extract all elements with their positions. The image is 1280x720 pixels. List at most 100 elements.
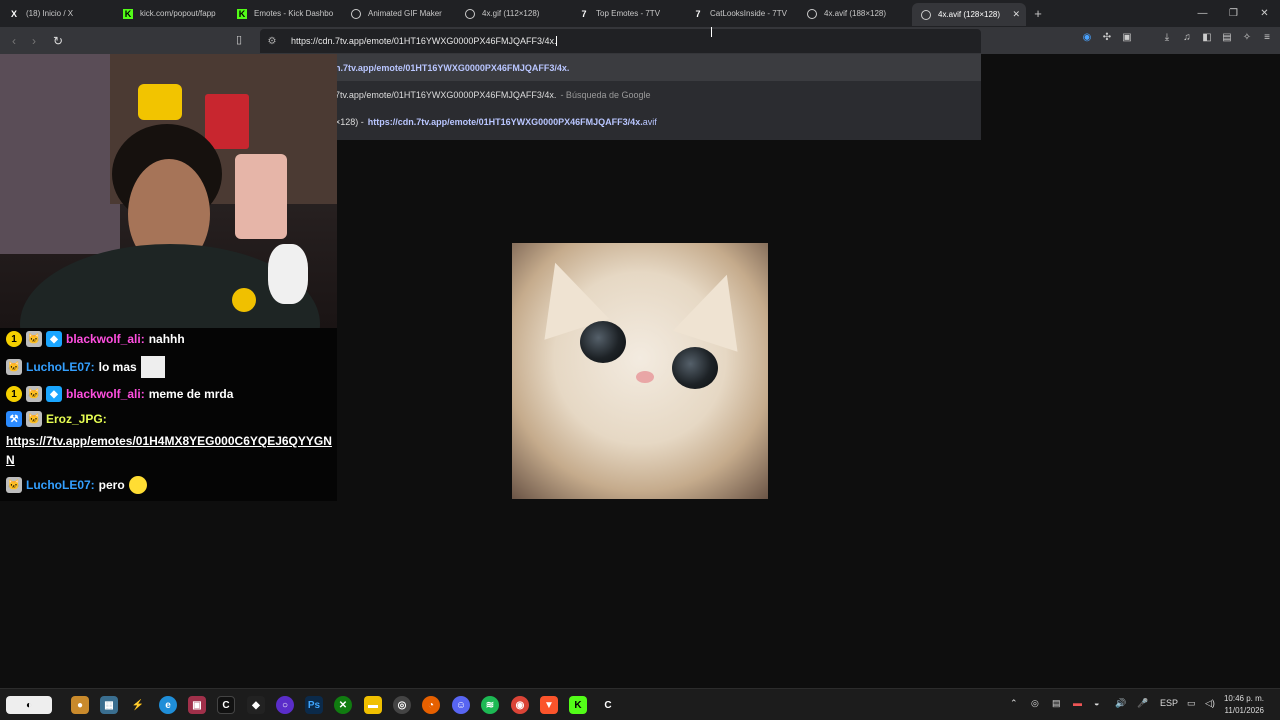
cat-eye-left [580, 321, 626, 363]
crown-decoration [138, 84, 182, 120]
cat-badge-icon: 🐱 [6, 477, 22, 493]
app-icon[interactable]: ▣ [188, 696, 206, 714]
xbox-icon[interactable]: ✕ [334, 696, 352, 714]
tab-gif-maker[interactable]: Animated GIF Maker [342, 0, 456, 27]
app-icon[interactable]: ◎ [393, 696, 411, 714]
cat-eye-right [672, 347, 718, 389]
ezgif-icon [351, 8, 361, 19]
menu-icon[interactable]: ≡ [1260, 32, 1274, 43]
tab-kick-emotes[interactable]: K Emotes - Kick Dashbo [228, 0, 342, 27]
media-audio-icon[interactable]: ◉ [1080, 32, 1094, 43]
tray-icon[interactable]: ▤ [1052, 698, 1061, 709]
obs-icon[interactable]: ○ [276, 696, 294, 714]
discord-icon[interactable]: ☺ [452, 696, 470, 714]
new-tab-button[interactable]: + [1026, 6, 1050, 21]
cat-badge-icon: 🐱 [26, 411, 42, 427]
kick-icon[interactable]: K [569, 696, 587, 714]
ai-assistant-icon[interactable]: ✧ [1240, 32, 1254, 43]
tray-icon[interactable]: ◎ [1031, 698, 1039, 709]
firefox-icon[interactable]: ◔ [422, 696, 440, 714]
edge-icon[interactable]: e [159, 696, 177, 714]
steam-icon[interactable]: ◒ [1094, 698, 1099, 708]
address-bar[interactable]: ⚙ https://cdn.7tv.app/emote/01HT16YWXG00… [260, 29, 981, 53]
text-cursor [711, 27, 715, 37]
poster [205, 94, 249, 149]
webcam-background [0, 54, 120, 254]
chat-message: 1 🐱 ◆ blackwolf_ali: nahhh [6, 331, 185, 347]
folder-icon[interactable]: ▬ [364, 696, 382, 714]
tray-icon[interactable]: ▬ [1073, 698, 1082, 708]
address-input[interactable]: https://cdn.7tv.app/emote/01HT16YWXG0000… [291, 36, 558, 47]
chat-emote-image [128, 476, 147, 494]
app-icon[interactable]: ▦ [100, 696, 118, 714]
screenshot-icon[interactable]: ▣ [1120, 32, 1134, 43]
spotify-icon[interactable]: ≋ [481, 696, 499, 714]
language-indicator[interactable]: ESP [1160, 698, 1178, 708]
speaker-icon[interactable]: ◁) [1205, 698, 1215, 709]
webcam-overlay [0, 54, 337, 328]
chat-link[interactable]: https://7tv.app/emotes/01H4MX8YEG000C6YQ… [6, 432, 338, 470]
forward-icon[interactable]: › [24, 34, 44, 48]
reload-icon[interactable]: ↻ [48, 34, 68, 48]
plush-toy-yellow [232, 288, 256, 312]
app-icon[interactable]: C [599, 696, 617, 714]
globe-icon [465, 8, 475, 19]
bookmark-icon[interactable]: ▯ [236, 33, 242, 46]
photoshop-icon[interactable]: Ps [305, 696, 323, 714]
plush-toy [268, 244, 308, 304]
site-info-icon[interactable]: ⚙ [260, 36, 284, 47]
wallet-icon[interactable]: ▤ [1220, 32, 1234, 43]
close-tab-icon[interactable]: ✕ [1012, 9, 1020, 20]
cat-badge-icon: 🐱 [6, 359, 22, 375]
x-logo-icon: X [10, 8, 17, 19]
window-controls: — ❐ ✕ [1187, 0, 1280, 27]
capcut-icon[interactable]: C [217, 696, 235, 714]
brave-icon[interactable]: ▼ [540, 696, 558, 714]
omnibox-dropdown: n.7tv.app/emote/01HT16YWXG0000PX46FMJQAF… [260, 54, 981, 140]
7tv-logo-icon: 7 [695, 8, 701, 19]
app-icon[interactable]: ● [71, 696, 89, 714]
tray-overflow-icon[interactable]: ⌃ [1010, 698, 1018, 709]
cat-ear-right [672, 264, 760, 352]
tab-x[interactable]: X (18) Inicio / X [0, 0, 114, 27]
restore-icon[interactable]: ❐ [1218, 0, 1249, 27]
close-window-icon[interactable]: ✕ [1249, 0, 1280, 27]
suggestion-item[interactable]: 7tv.app/emote/01HT16YWXG0000PX46FMJQAFF3… [260, 81, 981, 108]
cube-badge-icon: ◆ [46, 331, 62, 347]
taskbar: ◐ ● ▦ ⚡ e ▣ C ◆ ○ Ps ✕ ▬ ◎ ◔ ☺ ≋ ◉ ▼ K C… [0, 688, 1280, 720]
globe-icon [807, 8, 817, 19]
tab-4x-avif-128[interactable]: 4x.avif (128×128) ✕ [912, 3, 1026, 26]
microphone-icon[interactable]: 🎤 [1137, 698, 1148, 709]
music-icon[interactable]: ♫ [1180, 32, 1194, 43]
lightning-icon[interactable]: ⚡ [129, 696, 147, 714]
tab-4x-gif[interactable]: 4x.gif (112×128) [456, 0, 570, 27]
globe-icon [921, 9, 931, 20]
volume-icon[interactable]: 🔊 [1115, 698, 1126, 709]
poster-face [235, 154, 287, 239]
tab-kick-popout[interactable]: Kkick.com/popout/fapp [114, 0, 228, 27]
chrome-icon[interactable]: ◉ [511, 696, 529, 714]
cat-nose [636, 371, 654, 383]
text-caret [556, 36, 558, 47]
chat-emote-image [140, 356, 165, 378]
viewed-image[interactable] [512, 243, 768, 499]
extensions-icon[interactable]: ✣ [1100, 32, 1114, 43]
tab-catlooksinside[interactable]: 7 CatLooksInside - 7TV [684, 0, 798, 27]
clock[interactable]: 10:46 p. m. 11/01/2026 [1224, 693, 1264, 717]
app-icon[interactable]: ◆ [247, 696, 265, 714]
subscriber-badge-icon: 1 [6, 331, 22, 347]
sidebar-icon[interactable]: ◧ [1200, 32, 1214, 43]
toolbar-actions: ◉ ✣ ▣ ⤓ ♫ ◧ ▤ ✧ ≡ [1080, 32, 1274, 43]
network-icon[interactable]: ▭ [1187, 698, 1196, 709]
tab-4x-avif-188[interactable]: 4x.avif (188×128) [798, 0, 912, 27]
7tv-logo-icon: 7 [581, 8, 587, 19]
tab-top-emotes[interactable]: 7 Top Emotes - 7TV [570, 0, 684, 27]
suggestion-item[interactable]: n.7tv.app/emote/01HT16YWXG0000PX46FMJQAF… [260, 54, 981, 81]
cat-badge-icon: 🐱 [26, 331, 42, 347]
suggestion-item[interactable]: ×128) - https://cdn.7tv.app/emote/01HT16Y… [260, 108, 981, 135]
cat-badge-icon: 🐱 [26, 386, 42, 402]
minimize-icon[interactable]: — [1187, 0, 1218, 27]
download-icon[interactable]: ⤓ [1160, 32, 1174, 43]
back-icon[interactable]: ‹ [4, 34, 24, 48]
start-mascot-icon[interactable]: ◐ [6, 696, 52, 714]
